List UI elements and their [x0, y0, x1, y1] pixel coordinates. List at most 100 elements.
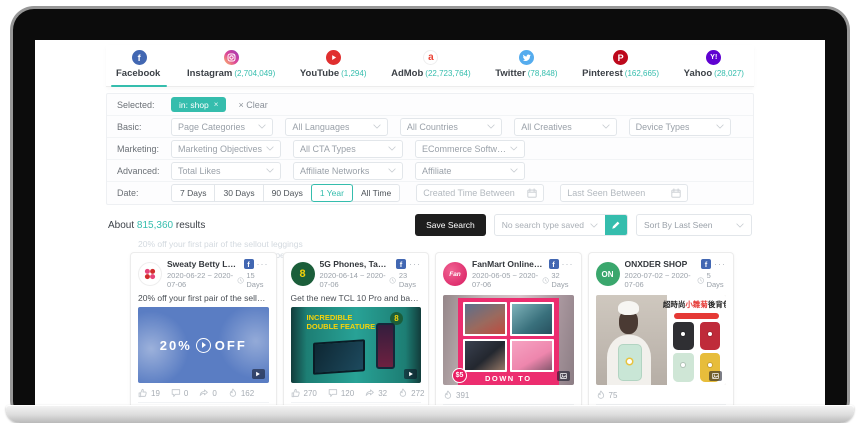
card-header: Sweaty Betty London | Wom... f··· 2020-0… — [138, 259, 269, 289]
selected-label: Selected: — [117, 100, 171, 110]
facebook-badge-icon: f — [396, 259, 406, 269]
ad-creative-image[interactable]: DOWN TO $5 — [443, 295, 574, 385]
tab-pinterest[interactable]: P Pinterest(162,665) — [582, 45, 659, 86]
engagement-stats: 75 — [596, 390, 727, 400]
ad-card: 8 5G Phones, Tablets & SIMs | ... f··· 2… — [283, 252, 430, 415]
photo-type-icon — [557, 371, 570, 381]
card-header: ON ONXDER SHOP f··· 2020-07-02 ~ 2020-07… — [596, 259, 727, 289]
more-options-icon[interactable]: ··· — [714, 261, 726, 267]
advanced-label: Advanced: — [117, 166, 171, 176]
engagement-stats: 270 120 32 272 — [291, 388, 422, 398]
filter-select-languages[interactable]: All Languages — [285, 118, 387, 136]
youtube-icon — [326, 50, 341, 65]
clear-filters-link[interactable]: × Clear — [238, 100, 267, 110]
filter-select-cta-types[interactable]: All CTA Types — [293, 140, 403, 158]
saved-search-dropdown[interactable]: No search type saved — [495, 215, 605, 235]
advertiser-name[interactable]: FanMart Online Shopping - F... — [472, 259, 544, 269]
facebook-badge-icon: f — [244, 259, 254, 269]
saved-search-control: No search type saved — [494, 214, 628, 236]
tab-instagram[interactable]: Instagram(2,704,049) — [187, 45, 275, 86]
photo-type-icon — [709, 371, 722, 381]
pencil-icon — [611, 220, 621, 230]
ad-card: Fan FanMart Online Shopping - F... f··· … — [435, 252, 582, 415]
ad-text: 20% off your first pair of the sellout l… — [138, 293, 269, 303]
results-count-text: About 815,360 results — [108, 220, 205, 231]
filter-panel: Selected: in: shop× × Clear Basic: Page … — [106, 93, 754, 205]
filter-select-affiliate-networks[interactable]: Affiliate Networks — [293, 162, 403, 180]
heat-icon — [596, 390, 606, 400]
advertiser-avatar: 8 — [291, 262, 315, 286]
tab-count: (162,665) — [625, 69, 659, 78]
created-time-input[interactable]: Created Time Between — [416, 184, 544, 202]
tab-count: (78,848) — [528, 69, 558, 78]
facebook-badge-icon: f — [701, 259, 711, 269]
filter-select-marketing-objectives[interactable]: Marketing Objectives — [171, 140, 281, 158]
app-window: f Facebook Instagram(2,704,049) YouTube(… — [35, 40, 825, 415]
ad-creative-video[interactable]: Incredible Double Feature 8 — [291, 307, 422, 383]
selected-chip[interactable]: in: shop× — [171, 97, 226, 112]
promo-pill — [674, 313, 719, 319]
advertiser-name[interactable]: 5G Phones, Tablets & SIMs | ... — [320, 259, 392, 269]
date-option-1-year[interactable]: 1 Year — [311, 184, 353, 202]
filter-row-selected: Selected: in: shop× × Clear — [107, 94, 753, 116]
running-days: 23 Days — [399, 271, 421, 289]
more-options-icon[interactable]: ··· — [562, 261, 574, 267]
video-type-icon — [404, 369, 417, 379]
date-option-30-days[interactable]: 30 Days — [214, 184, 263, 202]
chip-remove-icon[interactable]: × — [214, 100, 219, 109]
date-option-all-time[interactable]: All Time — [352, 184, 400, 202]
heat-icon — [398, 388, 408, 398]
clock-icon — [237, 276, 244, 285]
engagement-stats: 19 0 0 162 — [138, 388, 269, 398]
filter-select-countries[interactable]: All Countries — [400, 118, 502, 136]
laptop-screen: f Facebook Instagram(2,704,049) YouTube(… — [10, 6, 850, 415]
marketing-label: Marketing: — [117, 144, 171, 154]
tab-count: (1,294) — [341, 69, 366, 78]
date-label: Date: — [117, 188, 171, 198]
filter-select-page-categories[interactable]: Page Categories — [171, 118, 273, 136]
filter-select-total-likes[interactable]: Total Likes — [171, 162, 281, 180]
filter-select-ecommerce-softwares[interactable]: ECommerce Softwares — [415, 140, 525, 158]
tab-label: AdMob — [391, 68, 423, 79]
last-seen-input[interactable]: Last Seen Between — [560, 184, 688, 202]
play-icon[interactable] — [196, 338, 211, 353]
tab-label: Facebook — [116, 68, 160, 79]
date-range: 2020-06-22 ~ 2020-07-06 — [167, 271, 237, 289]
ad-creative-video[interactable]: 20% OFF — [138, 307, 269, 383]
advertiser-name[interactable]: ONXDER SHOP — [625, 259, 697, 269]
date-range-segment: 7 Days 30 Days 90 Days 1 Year All Time — [171, 184, 400, 202]
more-options-icon[interactable]: ··· — [409, 261, 421, 267]
filter-select-device-types[interactable]: Device Types — [629, 118, 731, 136]
price-badge: $5 — [452, 368, 467, 383]
engagement-stats: 391 — [443, 390, 574, 400]
admob-icon: a — [423, 50, 438, 65]
basic-label: Basic: — [117, 122, 171, 132]
advertiser-avatar: Fan — [443, 262, 467, 286]
date-option-7-days[interactable]: 7 Days — [171, 184, 215, 202]
tab-admob[interactable]: a AdMob(22,723,764) — [391, 45, 471, 86]
heat-icon — [228, 388, 238, 398]
advertiser-name[interactable]: Sweaty Betty London | Wom... — [167, 259, 239, 269]
like-icon — [138, 388, 148, 398]
share-icon — [199, 388, 209, 398]
tab-count: (22,723,764) — [425, 69, 470, 78]
tab-facebook[interactable]: f Facebook — [116, 45, 162, 86]
tab-yahoo[interactable]: Y! Yahoo(28,027) — [684, 45, 744, 86]
more-options-icon[interactable]: ··· — [257, 261, 269, 267]
tab-label: Pinterest — [582, 68, 623, 79]
like-icon — [291, 388, 301, 398]
save-search-button[interactable]: Save Search — [415, 214, 486, 236]
sort-select[interactable]: Sort By Last Seen — [636, 214, 752, 236]
edit-saved-search-button[interactable] — [605, 215, 627, 235]
filter-select-affiliate[interactable]: Affiliate — [415, 162, 525, 180]
tab-label: Yahoo — [684, 68, 713, 79]
yahoo-icon: Y! — [706, 50, 721, 65]
results-area: 20% off your first pair of the sellout l… — [106, 252, 754, 415]
ad-creative-image[interactable]: 超時尚小雛菊後背包 — [596, 295, 727, 385]
filter-select-creatives[interactable]: All Creatives — [514, 118, 616, 136]
tab-twitter[interactable]: Twitter(78,848) — [495, 45, 557, 86]
tab-youtube[interactable]: YouTube(1,294) — [300, 45, 367, 86]
shoe-collage — [458, 298, 559, 385]
filter-row-marketing: Marketing: Marketing Objectives All CTA … — [107, 138, 753, 160]
date-option-90-days[interactable]: 90 Days — [263, 184, 312, 202]
